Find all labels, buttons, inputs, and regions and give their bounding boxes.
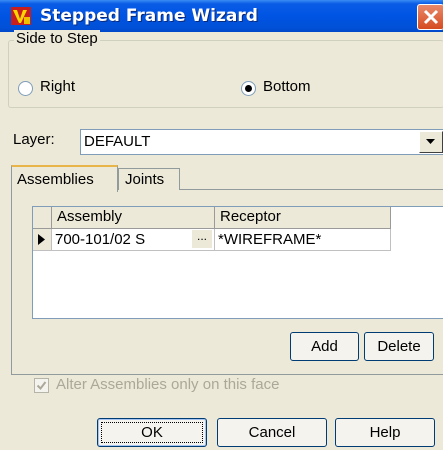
help-button[interactable]: Help [335,418,435,447]
alter-assemblies-checkbox[interactable] [34,378,49,393]
radio-bottom-label[interactable]: Bottom [263,78,311,95]
title-bar[interactable]: Stepped Frame Wizard [0,0,443,32]
table-row-receptor-cell[interactable]: *WIREFRAME* [215,229,391,251]
radio-bottom[interactable] [241,81,256,96]
side-to-step-label: Side to Step [14,30,100,47]
grid-corner-header [33,207,52,229]
receptor-value: *WIREFRAME* [218,231,322,248]
app-icon [11,7,31,25]
tab-joints-label: Joints [125,171,165,188]
row-pointer-icon [38,234,45,245]
chevron-down-icon [426,139,435,144]
radio-right-label[interactable]: Right [40,78,75,95]
layer-label: Layer: [13,131,55,148]
tab-assemblies[interactable]: Assemblies [11,165,118,192]
tab-joints[interactable]: Joints [118,168,180,190]
dialog-window: Stepped Frame Wizard Side to Step Right … [0,0,443,450]
side-to-step-group [8,40,443,108]
close-button[interactable] [417,4,443,30]
ok-button[interactable]: OK [97,418,207,447]
close-icon [423,9,439,25]
cancel-button[interactable]: Cancel [217,418,327,447]
delete-button[interactable]: Delete [364,332,434,361]
column-header-receptor[interactable]: Receptor [215,207,391,229]
column-header-assembly[interactable]: Assembly [52,207,215,229]
layer-select[interactable]: DEFAULT [80,129,443,155]
row-selector[interactable] [33,229,52,251]
table-row-assembly-cell[interactable]: 700-101/02 S [52,229,215,251]
layer-value: DEFAULT [84,133,151,150]
assembly-value: 700-101/02 S [55,231,146,248]
radio-right[interactable] [18,81,33,96]
window-title: Stepped Frame Wizard [40,6,258,26]
tab-assemblies-label: Assemblies [17,171,94,188]
check-icon [36,381,47,391]
alter-assemblies-label: Alter Assemblies only on this face [56,376,280,393]
layer-dropdown-button[interactable] [419,131,443,153]
add-button[interactable]: Add [290,332,359,361]
assembly-browse-button[interactable]: ... [192,230,212,248]
